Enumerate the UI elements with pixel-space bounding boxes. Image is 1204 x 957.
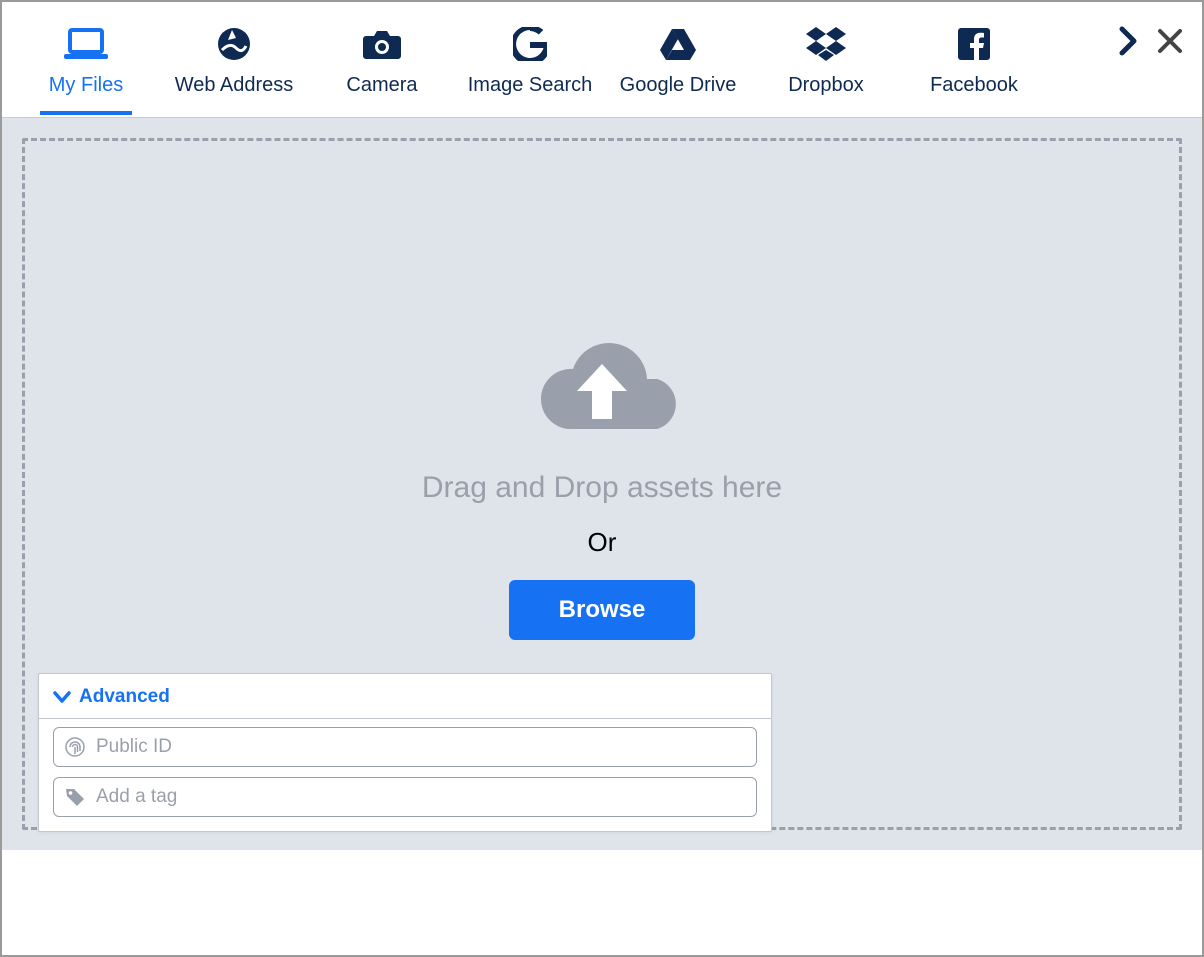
- drop-zone-or: Or: [588, 527, 617, 558]
- globe-icon: [216, 24, 252, 64]
- dropbox-icon: [806, 24, 846, 64]
- facebook-icon: [958, 24, 990, 64]
- tab-dropbox[interactable]: Dropbox: [752, 20, 900, 97]
- tab-label: Facebook: [930, 74, 1018, 97]
- tab-camera[interactable]: Camera: [308, 20, 456, 97]
- google-g-icon: [513, 24, 547, 64]
- tab-label: My Files: [49, 74, 123, 97]
- tab-label: Image Search: [468, 74, 593, 97]
- laptop-icon: [64, 24, 108, 64]
- fingerprint-icon: [64, 736, 86, 758]
- public-id-field-wrap: [53, 727, 757, 767]
- advanced-panel: Advanced: [38, 673, 772, 832]
- chevron-down-icon: [53, 690, 71, 704]
- source-tabs-bar: My Files Web Address Camera Image Search: [2, 2, 1202, 118]
- tab-label: Google Drive: [620, 74, 737, 97]
- advanced-title: Advanced: [79, 686, 170, 708]
- footer-area: [2, 850, 1202, 955]
- browse-button[interactable]: Browse: [509, 580, 696, 640]
- tab-my-files[interactable]: My Files: [12, 20, 160, 97]
- tab-web-address[interactable]: Web Address: [160, 20, 308, 97]
- drop-zone-text: Drag and Drop assets here: [422, 471, 782, 505]
- tab-label: Dropbox: [788, 74, 864, 97]
- tab-label: Camera: [346, 74, 417, 97]
- tag-field-wrap: [53, 777, 757, 817]
- tag-input[interactable]: [96, 786, 746, 808]
- upload-panel: Drag and Drop assets here Or Browse Adva…: [2, 118, 1202, 850]
- chevron-right-icon[interactable]: [1118, 26, 1138, 56]
- tab-facebook[interactable]: Facebook: [900, 20, 1048, 97]
- tab-image-search[interactable]: Image Search: [456, 20, 604, 97]
- advanced-body: [39, 719, 771, 831]
- camera-icon: [362, 24, 402, 64]
- tab-label: Web Address: [175, 74, 294, 97]
- tab-google-drive[interactable]: Google Drive: [604, 20, 752, 97]
- close-icon[interactable]: [1156, 27, 1184, 55]
- advanced-toggle[interactable]: Advanced: [39, 674, 771, 719]
- public-id-input[interactable]: [96, 736, 746, 758]
- google-drive-icon: [659, 24, 697, 64]
- tabs-scroll: My Files Web Address Camera Image Search: [12, 20, 1192, 97]
- tag-icon: [64, 786, 86, 808]
- tabs-right-controls: [1118, 26, 1184, 56]
- cloud-upload-icon: [517, 329, 687, 449]
